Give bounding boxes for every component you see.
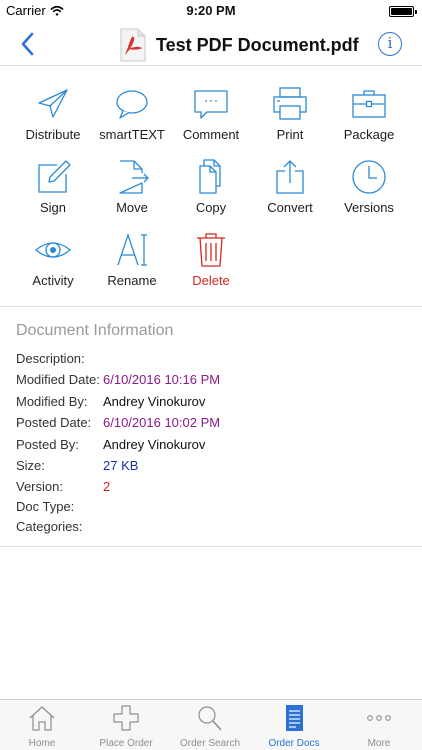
move-action[interactable]: Move <box>92 159 172 229</box>
tab-more[interactable]: More <box>336 700 422 750</box>
tab-label: Order Search <box>179 738 241 749</box>
clock-icon <box>352 160 386 194</box>
status-bar: Carrier 9:20 PM <box>0 0 422 22</box>
print-action[interactable]: Print <box>250 86 330 156</box>
info-key: Doc Type: <box>16 499 75 514</box>
document-actions: Distribute smartTEXT Comment Print Packa… <box>0 67 422 307</box>
copy-action[interactable]: Copy <box>171 159 251 229</box>
pen-icon <box>38 160 71 193</box>
comment-label: Comment <box>182 127 240 142</box>
move-document-icon <box>119 160 149 194</box>
package-action[interactable]: Package <box>329 86 409 156</box>
trash-icon <box>197 233 225 267</box>
copy-label: Copy <box>195 200 227 215</box>
section-title: Document Information <box>16 322 174 339</box>
tab-place-order[interactable]: Place Order <box>84 700 168 750</box>
info-key: Modified By: <box>16 394 88 409</box>
info-key: Posted Date: <box>16 415 92 430</box>
document-list-icon <box>286 705 303 731</box>
activity-action[interactable]: Activity <box>13 232 93 302</box>
tab-order-docs[interactable]: Order Docs <box>252 700 336 750</box>
tab-label: Order Docs <box>268 738 320 749</box>
comment-action[interactable]: Comment <box>171 86 251 156</box>
battery-icon <box>389 6 417 17</box>
convert-action[interactable]: Convert <box>250 159 330 229</box>
page-title: Test PDF Document.pdf <box>156 34 359 55</box>
tab-bar: Home Place Order Order Search Order Docs <box>0 699 422 750</box>
sign-label: Sign <box>39 200 67 215</box>
document-information: Document Information Description: Modifi… <box>0 307 422 547</box>
info-value[interactable]: 6/10/2016 10:16 PM <box>103 372 220 387</box>
smarttext-label: smartTEXT <box>99 127 165 142</box>
share-icon <box>276 160 304 194</box>
package-label: Package <box>343 127 395 142</box>
tab-label: More <box>367 738 391 749</box>
delete-action[interactable]: Delete <box>171 232 251 302</box>
info-key: Description: <box>16 351 85 366</box>
rename-action[interactable]: Rename <box>92 232 172 302</box>
info-button[interactable]: i <box>378 32 402 56</box>
convert-label: Convert <box>267 200 313 215</box>
tab-label: Home <box>28 738 56 749</box>
eye-icon <box>35 242 71 258</box>
search-icon <box>198 706 222 731</box>
info-value[interactable]: 2 <box>103 479 110 494</box>
pdf-file-icon <box>120 28 146 62</box>
move-label: Move <box>116 200 148 215</box>
versions-action[interactable]: Versions <box>329 159 409 229</box>
sign-action[interactable]: Sign <box>13 159 93 229</box>
rename-label: Rename <box>107 273 157 288</box>
tab-label: Place Order <box>99 738 153 749</box>
paper-plane-icon <box>38 89 68 118</box>
speech-bubble-icon <box>116 90 148 119</box>
back-button[interactable] <box>14 30 42 58</box>
house-icon <box>29 706 55 731</box>
ellipsis-icon <box>367 715 391 721</box>
info-value: Andrey Vinokurov <box>103 437 206 452</box>
info-value[interactable]: 6/10/2016 10:02 PM <box>103 415 220 430</box>
info-key: Posted By: <box>16 437 79 452</box>
info-key: Categories: <box>16 519 83 534</box>
tab-home[interactable]: Home <box>0 700 84 750</box>
comment-icon <box>194 90 228 119</box>
info-key: Version: <box>16 479 63 494</box>
status-time: 9:20 PM <box>186 3 236 18</box>
info-key: Modified Date: <box>16 372 100 387</box>
plus-icon <box>113 705 139 731</box>
tab-order-search[interactable]: Order Search <box>168 700 252 750</box>
activity-label: Activity <box>32 273 74 288</box>
info-key: Size: <box>16 458 45 473</box>
distribute-label: Distribute <box>25 127 81 142</box>
document-title: Test PDF Document.pdf <box>118 28 359 62</box>
info-value: Andrey Vinokurov <box>103 394 206 409</box>
navigation-bar: Test PDF Document.pdf i <box>0 22 422 66</box>
briefcase-icon <box>352 90 386 118</box>
distribute-action[interactable]: Distribute <box>13 86 93 156</box>
text-cursor-icon <box>117 232 147 266</box>
print-label: Print <box>276 127 304 142</box>
printer-icon <box>273 87 307 120</box>
copy-icon <box>199 159 221 194</box>
info-value: 27 KB <box>103 458 139 473</box>
delete-label: Delete <box>192 273 230 288</box>
smarttext-action[interactable]: smartTEXT <box>92 86 172 156</box>
versions-label: Versions <box>344 200 394 215</box>
